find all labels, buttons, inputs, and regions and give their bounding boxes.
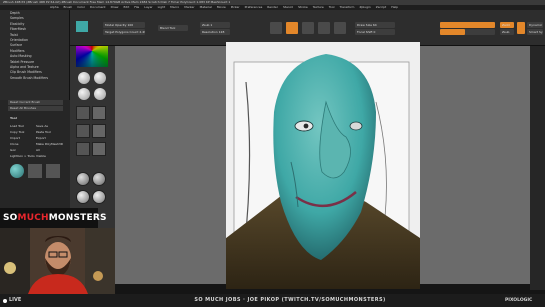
copy-tool-button[interactable]: Copy Tool (10, 130, 24, 135)
material-ball[interactable] (92, 190, 106, 204)
smart-sym-label[interactable]: Smart Sym (527, 29, 543, 35)
live-indicator: LIVE (3, 294, 21, 307)
show-title: SO MUCH JOBS · JOE PIKOP (TWITCH.TV/SOMU… (194, 297, 386, 303)
brush-settings-list: Depth Samples Elasticity FiberMesh Twist Orie… (0, 10, 69, 81)
rgb-intensity-slider[interactable] (440, 22, 495, 28)
save-as-button[interactable]: Save As (36, 124, 48, 129)
import-button[interactable]: Import (10, 136, 20, 141)
banner-so: SO (3, 213, 18, 223)
switch-color-swatch[interactable] (78, 88, 90, 100)
dynamic-toggle[interactable] (517, 22, 525, 34)
menu-item-help[interactable]: Help (391, 5, 398, 9)
menu-item-stroke[interactable]: Stroke (298, 5, 308, 9)
menu-item-texture[interactable]: Texture (313, 5, 324, 9)
tool-thumbnail[interactable] (10, 164, 24, 178)
tool-section-label: Tool (10, 116, 17, 120)
brush-clay[interactable] (76, 124, 90, 138)
panel-item-smooth-brush-modifiers[interactable]: Smooth Brush Modifiers (0, 76, 69, 81)
webcam-feed (0, 228, 115, 294)
live-label: LIVE (9, 297, 22, 303)
menu-item-edit[interactable]: Edit (123, 5, 129, 9)
tool-palette: Reset Current Brush Reset All Brushes To… (0, 100, 70, 220)
menu-item-transform[interactable]: Transform (340, 5, 355, 9)
menu-item-tool[interactable]: Tool (329, 5, 335, 9)
menu-item-render[interactable]: Render (267, 5, 278, 9)
rgb-intensity-fill (440, 22, 495, 28)
pixologic-logo: PIXOLOGIC (505, 298, 533, 303)
target-polygons-field[interactable]: Target Polygons Count 2.49869 (103, 29, 145, 35)
draw-size-field[interactable]: Draw Size 64 (355, 22, 395, 28)
gradient-swatch[interactable] (94, 88, 106, 100)
clone-button[interactable]: Clone (10, 142, 19, 147)
reset-current-brush-button[interactable]: Reset Current Brush (8, 100, 63, 105)
reset-all-brushes-button[interactable]: Reset All Brushes (8, 106, 63, 111)
load-tool-button[interactable]: Load Tool (10, 124, 24, 129)
menu-item-brush[interactable]: Brush (64, 5, 73, 9)
main-color-swatch[interactable] (78, 72, 90, 84)
dynamic-label[interactable]: Dynamic (527, 22, 543, 28)
brush-standard[interactable] (76, 106, 90, 120)
material-preview[interactable] (76, 21, 88, 32)
zsub-button[interactable]: Zsub (500, 29, 514, 35)
menu-item-macro[interactable]: Macro (170, 5, 179, 9)
export-button[interactable]: Export (36, 136, 46, 141)
z-intensity-slider[interactable] (440, 29, 495, 35)
alpha-off[interactable] (92, 172, 106, 186)
menu-item-marker[interactable]: Marker (184, 5, 194, 9)
banner-monsters: MONSTERS (48, 213, 107, 223)
stroke-dots[interactable] (76, 172, 90, 186)
menu-item-layer[interactable]: Layer (144, 5, 152, 9)
menu-item-alpha[interactable]: Alpha (50, 5, 59, 9)
window-title: ZBrush 4R8 P2 (ZBrush 4R8 P2 64-bit) ZBr… (3, 0, 231, 4)
menu-item-draw[interactable]: Draw (111, 5, 119, 9)
edit-button[interactable] (270, 22, 282, 34)
sculpt-render (226, 42, 420, 289)
menu-item-document[interactable]: Document (90, 5, 106, 9)
resolution-field[interactable]: Resolution 128 (200, 29, 230, 35)
draw-button[interactable] (286, 22, 298, 34)
visible-button[interactable]: Visible (36, 154, 46, 159)
all-button[interactable]: All (36, 148, 40, 153)
webcam-image (0, 228, 115, 294)
somuchmonsters-banner: SOMUCHMONSTERS (0, 208, 106, 228)
focal-shift-field[interactable]: Focal Shift 0 (355, 29, 395, 35)
blend-tool-button[interactable]: Blend Tool (158, 25, 188, 31)
menu-item-stencil[interactable]: Stencil (283, 5, 293, 9)
z-intensity-fill (440, 29, 465, 35)
right-shelf (530, 46, 545, 290)
tool-thumbnail-2[interactable] (28, 164, 42, 178)
brush-pinch[interactable] (92, 142, 106, 156)
menu-item-material[interactable]: Material (200, 5, 212, 9)
zadd-button[interactable]: Zadd (500, 22, 514, 28)
menu-item-movie[interactable]: Movie (217, 5, 226, 9)
zsub-field[interactable]: Zsub 1 (200, 22, 230, 28)
brush-inflate[interactable] (76, 142, 90, 156)
menu-item-zscript[interactable]: Zscript (376, 5, 386, 9)
paste-tool-button[interactable]: Paste Tool (36, 130, 51, 135)
make-polymesh-button[interactable]: Make PolyMesh3D (36, 142, 63, 147)
live-dot-icon (3, 298, 7, 303)
brush-dam[interactable] (92, 124, 106, 138)
top-toolbar: Model Opacity 100 Target Polygons Count … (70, 10, 545, 46)
menu-item-file[interactable]: File (134, 5, 139, 9)
tool-thumbnail-3[interactable] (46, 164, 60, 178)
menu-item-picker[interactable]: Picker (231, 5, 240, 9)
document-viewport[interactable] (226, 42, 420, 289)
brush-move[interactable] (92, 106, 106, 120)
menu-item-light[interactable]: Light (158, 5, 166, 9)
move-button[interactable] (302, 22, 314, 34)
banner-much: MUCH (17, 213, 49, 223)
rotate-button[interactable] (334, 22, 346, 34)
menu-item-preferences[interactable]: Preferences (245, 5, 263, 9)
menu-item-zplugin[interactable]: Zplugin (359, 5, 370, 9)
model-opacity-field[interactable]: Model Opacity 100 (103, 22, 145, 28)
goz-button[interactable]: Goz (10, 148, 16, 153)
stream-bottom-bar: LIVE SO MUCH JOBS · JOE PIKOP (TWITCH.TV… (0, 294, 545, 307)
lightbox-tools-button[interactable]: Lightbox > Tools (10, 154, 35, 159)
texture-off[interactable] (76, 190, 90, 204)
scale-button[interactable] (318, 22, 330, 34)
menu-item-color[interactable]: Color (77, 5, 85, 9)
secondary-color-swatch[interactable] (94, 72, 106, 84)
